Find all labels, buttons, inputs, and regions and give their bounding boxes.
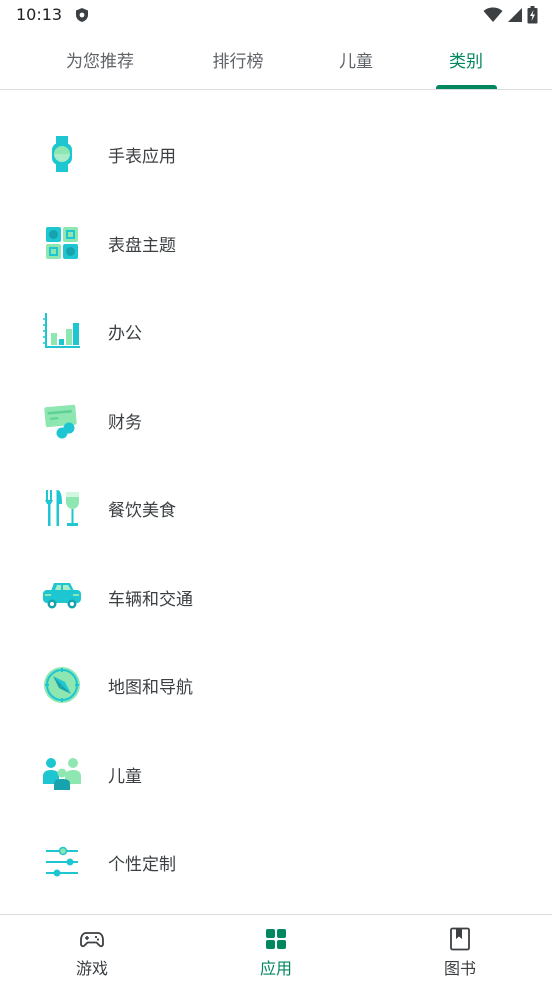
gamepad-icon (80, 932, 104, 948)
category-item-office[interactable]: 办公 (0, 287, 552, 375)
wifi-icon (483, 7, 503, 22)
family-icon (43, 758, 81, 790)
nav-label: 应用 (259, 959, 292, 978)
status-bar: 10:13 (0, 0, 552, 30)
sliders-icon (46, 846, 78, 877)
tab-label: 排行榜 (212, 52, 264, 72)
category-tabs: 为您推荐 排行榜 儿童 类别 (0, 30, 552, 90)
category-label: 餐饮美食 (108, 500, 176, 521)
tab-categories[interactable]: 类别 (426, 30, 506, 89)
status-time: 10:13 (16, 5, 63, 24)
tab-label: 为您推荐 (66, 52, 134, 72)
nav-games[interactable]: 游戏 (0, 915, 184, 983)
nav-label: 图书 (443, 959, 476, 978)
category-item-finance[interactable]: 财务 (0, 376, 552, 464)
category-label: 个性定制 (108, 854, 176, 875)
bottom-navigation: 游戏 应用 图书 (0, 914, 552, 983)
category-item-food-drink[interactable]: 餐饮美食 (0, 464, 552, 552)
tab-top-charts[interactable]: 排行榜 (190, 30, 286, 89)
category-item-watch-apps[interactable]: 手表应用 (0, 110, 552, 198)
compass-icon (44, 667, 80, 703)
tab-label: 儿童 (339, 52, 373, 72)
category-label: 表盘主题 (108, 235, 176, 256)
nav-books[interactable]: 图书 (368, 915, 552, 983)
category-item-auto-vehicles[interactable]: 车辆和交通 (0, 553, 552, 641)
category-list[interactable]: 手表应用 表盘主题 办公 财务 餐饮美食 车辆和交通 地图和导航 儿童 个性定制 (0, 90, 552, 914)
apps-grid-icon (266, 929, 286, 949)
tab-recommended[interactable]: 为您推荐 (40, 30, 160, 89)
watch-icon (52, 136, 72, 172)
nav-label: 游戏 (75, 959, 108, 978)
food-drink-icon (45, 490, 79, 526)
battery-icon (527, 6, 538, 24)
book-icon (450, 927, 470, 951)
money-icon (44, 404, 77, 439)
car-icon (43, 583, 81, 609)
watch-faces-icon (46, 227, 78, 259)
category-item-maps-navigation[interactable]: 地图和导航 (0, 641, 552, 729)
category-label: 手表应用 (108, 146, 176, 167)
shield-icon (76, 8, 88, 22)
category-label: 车辆和交通 (108, 589, 193, 610)
category-label: 地图和导航 (108, 677, 193, 698)
status-icons (483, 6, 538, 24)
tab-kids[interactable]: 儿童 (316, 30, 396, 89)
category-label: 办公 (108, 323, 142, 344)
tab-label: 类别 (449, 52, 483, 72)
category-label: 财务 (108, 412, 142, 433)
category-item-kids[interactable]: 儿童 (0, 730, 552, 818)
category-label: 儿童 (108, 766, 142, 787)
category-item-watch-faces[interactable]: 表盘主题 (0, 199, 552, 287)
tab-indicator (436, 85, 497, 89)
signal-icon (508, 8, 522, 22)
nav-apps[interactable]: 应用 (184, 915, 368, 983)
chart-icon (43, 313, 80, 348)
category-item-personalization[interactable]: 个性定制 (0, 818, 552, 906)
